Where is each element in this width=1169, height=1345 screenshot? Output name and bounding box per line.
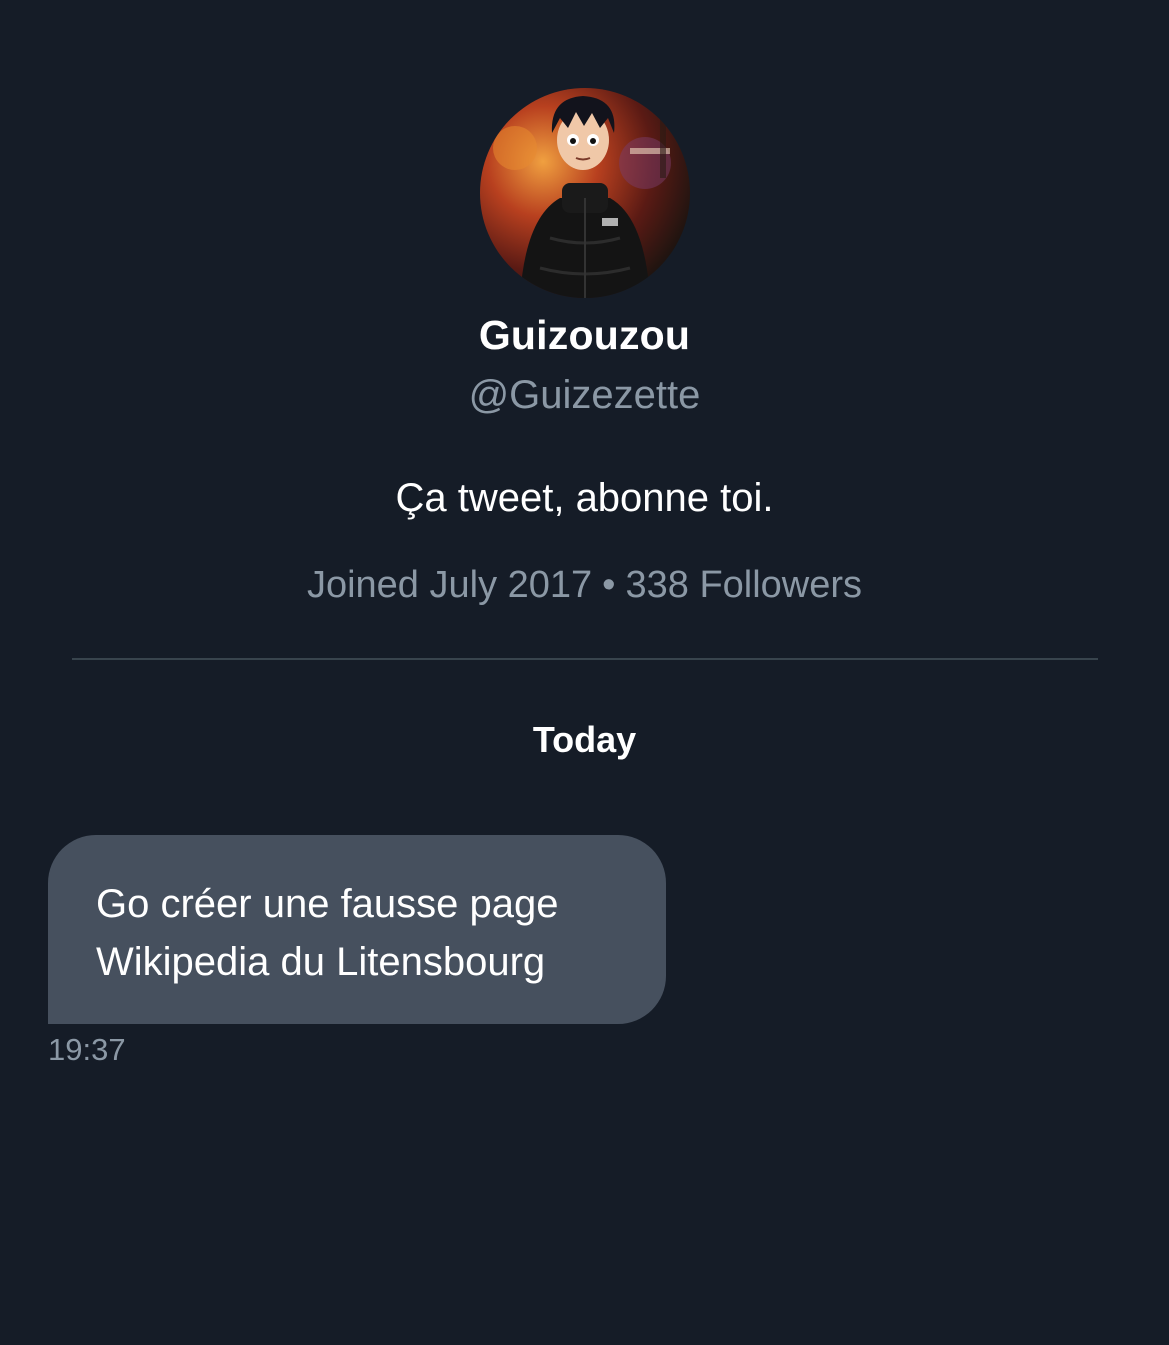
date-separator: Today <box>532 719 637 760</box>
divider <box>72 658 1098 660</box>
profile-meta: Joined July 2017 • 338 Followers <box>0 558 1169 612</box>
followers-count[interactable]: 338 Followers <box>625 564 862 606</box>
profile-bio: Ça tweet, abonne toi. <box>395 476 774 520</box>
dm-conversation-screen: Guizouzou @Guizezette Ça tweet, abonne t… <box>0 0 1169 1345</box>
message-line: Wikipedia du Litensbourg <box>96 940 546 984</box>
message-bubble[interactable]: Go créer une fausse page Wikipedia du Li… <box>48 835 666 1024</box>
profile-avatar[interactable] <box>480 88 690 298</box>
joined-date: Joined July 2017 <box>306 564 593 606</box>
meta-separator: • <box>602 564 616 606</box>
message-line: Go créer une fausse page <box>96 882 559 926</box>
avatar-image <box>480 88 690 298</box>
profile-handle: @Guizezette <box>468 373 701 417</box>
profile-display-name[interactable]: Guizouzou <box>0 308 1169 362</box>
message-timestamp: 19:37 <box>48 1032 126 1067</box>
